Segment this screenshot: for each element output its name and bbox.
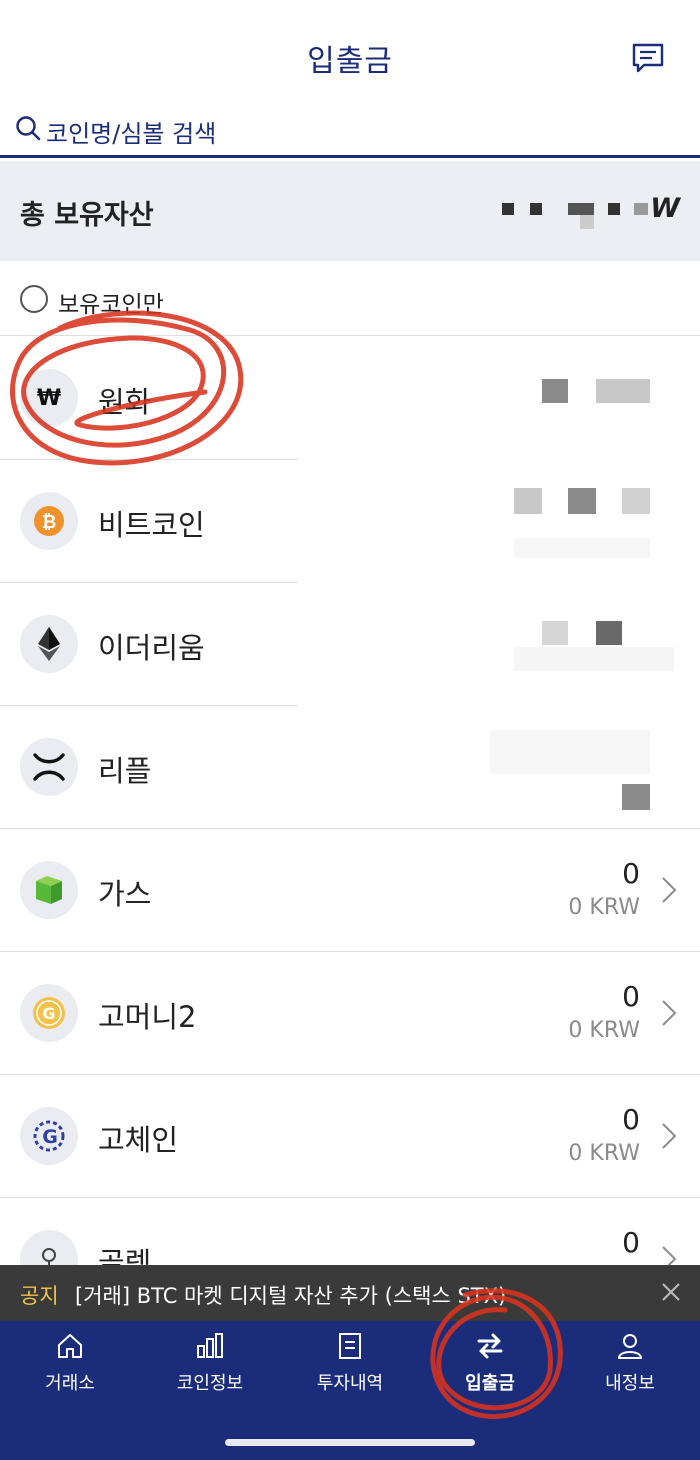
- header: 입출금: [0, 0, 700, 110]
- page-title: 입출금: [307, 44, 393, 79]
- ripple-icon: [20, 738, 78, 796]
- tab-exchange[interactable]: 거래소: [0, 1331, 140, 1401]
- masked-value: [634, 203, 648, 215]
- gochain-icon: G: [20, 1107, 78, 1165]
- search-icon: [16, 116, 41, 141]
- tab-coin-info[interactable]: 코인정보: [140, 1331, 280, 1401]
- masked-value: [568, 203, 594, 215]
- masked-value: [502, 203, 514, 215]
- tab-label: 입출금: [465, 1373, 515, 1394]
- masked-value: [530, 203, 542, 215]
- bar-chart-icon: [197, 1333, 223, 1358]
- gomoney-icon: G: [20, 984, 78, 1042]
- won-icon: ₩: [20, 369, 78, 427]
- tab-label: 거래소: [45, 1373, 95, 1394]
- holdings-only-radio[interactable]: [20, 285, 48, 313]
- masked-value: [514, 647, 674, 671]
- notice-text[interactable]: [거래] BTC 마켓 디지털 자산 추가 (스택스 STX): [75, 1280, 506, 1310]
- coin-amount: 0: [622, 857, 640, 890]
- coin-krw-value: 0 KRW: [568, 1018, 640, 1043]
- masked-value: [568, 488, 596, 514]
- person-icon: [618, 1334, 642, 1359]
- search-input[interactable]: 코인명/심볼 검색: [46, 114, 216, 149]
- coin-krw-value: 0 KRW: [568, 1141, 640, 1166]
- masked-value: [596, 379, 650, 403]
- chevron-right-icon: [662, 1000, 677, 1026]
- tab-label: 투자내역: [316, 1373, 384, 1394]
- holdings-only-filter[interactable]: 보유코인만: [0, 261, 700, 336]
- ethereum-icon: [20, 615, 78, 673]
- notice-bar[interactable]: 공지 [거래] BTC 마켓 디지털 자산 추가 (스택스 STX): [0, 1265, 700, 1321]
- tab-label: 내정보: [605, 1373, 655, 1394]
- total-assets-currency: W: [650, 193, 680, 224]
- svg-text:G: G: [42, 1126, 58, 1148]
- chevron-right-icon: [662, 877, 677, 903]
- masked-value: [622, 488, 650, 514]
- coin-name: 비트코인: [98, 508, 205, 542]
- tab-my-info[interactable]: 내정보: [560, 1331, 700, 1401]
- masked-value: [514, 538, 650, 558]
- holdings-only-label: 보유코인만: [58, 292, 164, 318]
- svg-text:G: G: [42, 1004, 55, 1023]
- notice-tag: 공지: [20, 1284, 59, 1308]
- home-icon: [58, 1334, 82, 1358]
- bitcoin-icon: ₿: [20, 492, 78, 550]
- masked-value: [490, 730, 650, 774]
- coin-row-gas[interactable]: 가스 0 0 KRW: [0, 829, 700, 952]
- chevron-right-icon: [662, 1123, 677, 1149]
- masked-value: [622, 784, 650, 810]
- coin-name: 고체인: [98, 1123, 179, 1157]
- masked-value: [542, 379, 568, 403]
- coin-row-btc[interactable]: ₿ 비트코인: [0, 460, 700, 583]
- masked-value: [596, 621, 622, 645]
- coin-row-krw[interactable]: ₩ 원화: [0, 337, 700, 460]
- total-assets-label: 총 보유자산: [20, 200, 154, 231]
- tab-deposit-withdraw[interactable]: 입출금: [420, 1331, 560, 1401]
- coin-name: 리플: [98, 754, 152, 788]
- masked-value: [608, 203, 620, 215]
- tab-label: 코인정보: [176, 1373, 244, 1394]
- search-bar[interactable]: 코인명/심볼 검색: [0, 108, 700, 158]
- masked-value: [580, 215, 594, 229]
- coin-amount: 0: [622, 1103, 640, 1136]
- coin-name: 가스: [98, 877, 152, 911]
- transfer-icon: [477, 1333, 503, 1359]
- coin-amount: 0: [622, 980, 640, 1013]
- coin-name: 이더리움: [98, 631, 205, 665]
- masked-value: [514, 488, 542, 514]
- close-icon[interactable]: [660, 1281, 682, 1303]
- total-assets-bar: 총 보유자산 W: [0, 161, 700, 261]
- tab-investments[interactable]: 투자내역: [280, 1331, 420, 1401]
- coin-amount: 0: [622, 1226, 640, 1259]
- svg-text:₩: ₩: [37, 386, 61, 411]
- chat-bubble-icon[interactable]: [630, 40, 666, 76]
- gas-icon: [20, 861, 78, 919]
- coin-krw-value: 0 KRW: [568, 895, 640, 920]
- coin-row-xrp[interactable]: 리플: [0, 706, 700, 829]
- masked-value: [542, 621, 568, 645]
- coin-name: 고머니2: [98, 1000, 197, 1034]
- document-icon: [339, 1333, 361, 1359]
- coin-row-eth[interactable]: 이더리움: [0, 583, 700, 706]
- coin-row-gochain[interactable]: G 고체인 0 0 KRW: [0, 1075, 700, 1198]
- coin-name: 원화: [98, 385, 152, 419]
- svg-text:₿: ₿: [42, 512, 57, 533]
- home-indicator: [225, 1439, 475, 1446]
- coin-row-gomoney2[interactable]: G 고머니2 0 0 KRW: [0, 952, 700, 1075]
